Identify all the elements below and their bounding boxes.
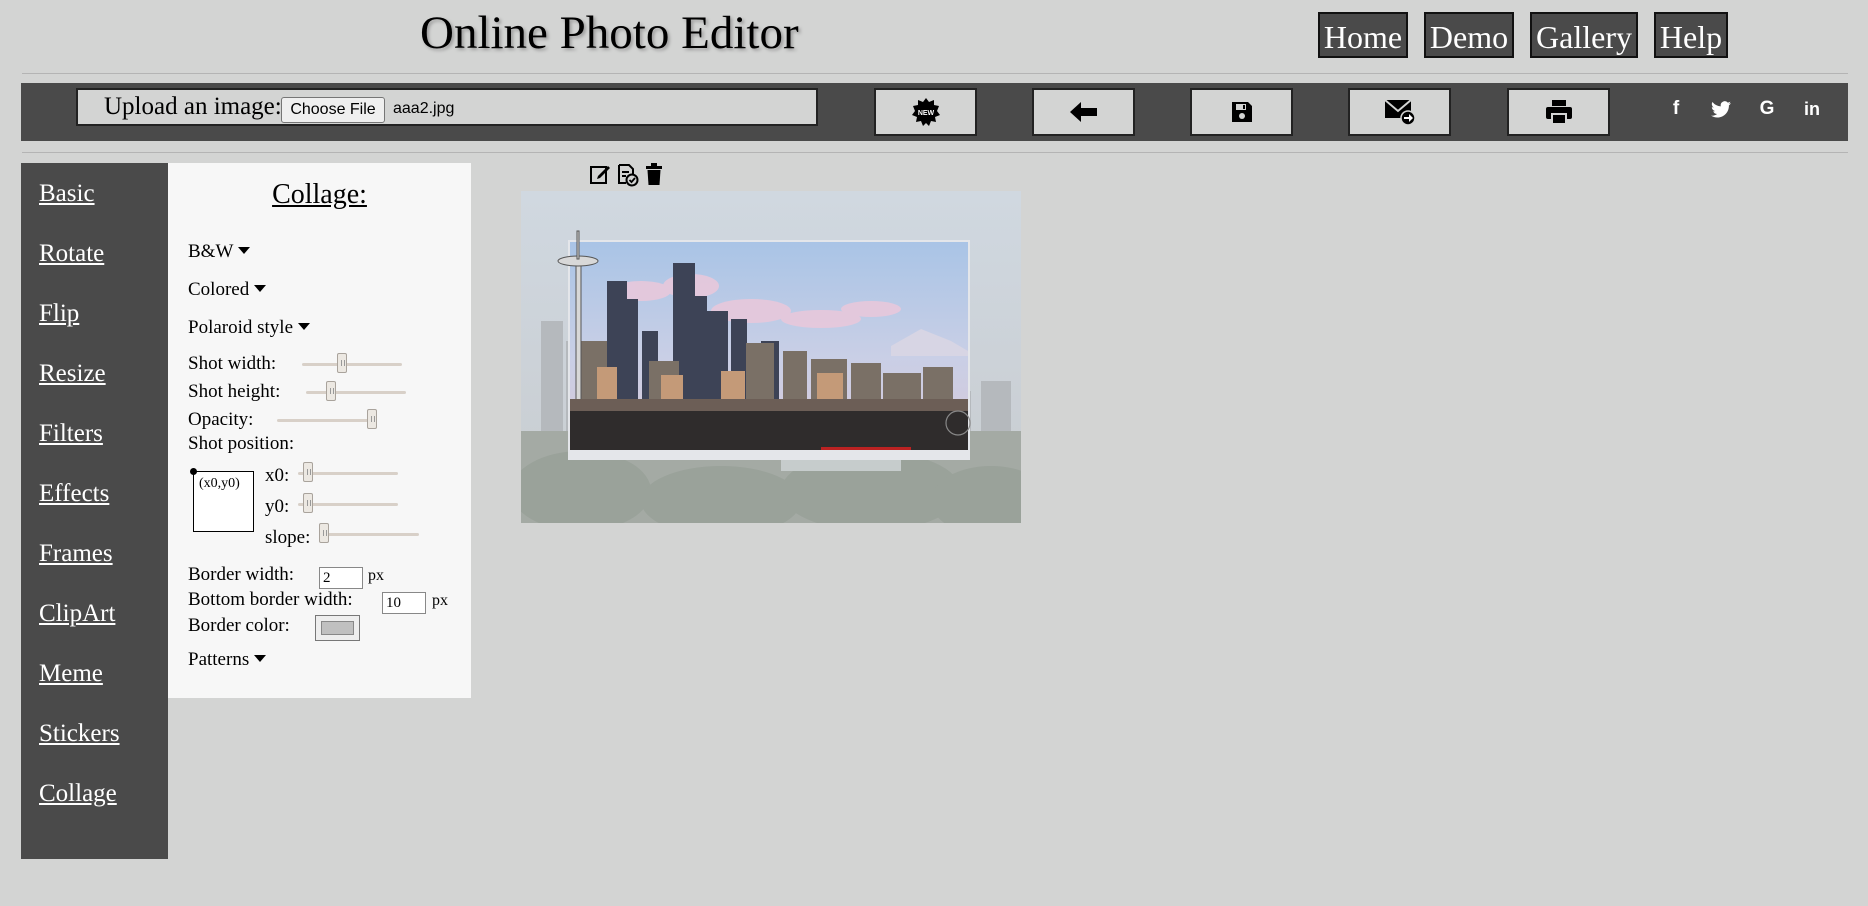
slider-thumb[interactable] xyxy=(337,353,347,373)
sidebar-item-stickers[interactable]: Stickers xyxy=(39,720,120,748)
twitter-icon[interactable] xyxy=(1708,96,1734,122)
colored-label: Colored xyxy=(188,279,250,300)
slider-thumb[interactable] xyxy=(367,409,377,429)
x0-label: x0: xyxy=(265,465,290,486)
nav-demo-button[interactable]: Demo xyxy=(1424,12,1514,58)
bw-dropdown[interactable]: B&W xyxy=(188,241,251,263)
bottom-border-width-input[interactable]: 10 xyxy=(382,592,426,614)
save-icon xyxy=(1231,102,1252,122)
sidebar-item-effects[interactable]: Effects xyxy=(39,480,109,508)
print-button[interactable] xyxy=(1507,88,1610,136)
shot-height-label: Shot height: xyxy=(188,381,281,402)
sidebar-item-basic[interactable]: Basic xyxy=(39,180,95,208)
panel-title: Collage: xyxy=(272,179,367,210)
edit-icon[interactable] xyxy=(589,163,613,187)
print-icon xyxy=(1545,100,1572,125)
sidebar-item-collage[interactable]: Collage xyxy=(39,780,117,808)
page-title: Online Photo Editor xyxy=(420,7,799,59)
polaroid-label: Polaroid style xyxy=(188,317,294,338)
border-color-picker[interactable] xyxy=(315,615,360,641)
save-button[interactable] xyxy=(1190,88,1293,136)
collage-panel: Collage: B&W Colored Polaroid style Shot… xyxy=(168,163,471,698)
sidebar-item-flip[interactable]: Flip xyxy=(39,300,79,328)
google-icon[interactable]: G xyxy=(1754,96,1780,122)
shot-height-slider[interactable] xyxy=(306,381,406,401)
bottom-border-width-label: Bottom border width: xyxy=(188,589,353,610)
undo-button[interactable] xyxy=(1032,88,1135,136)
sidebar-item-clipart[interactable]: ClipArt xyxy=(39,600,115,628)
caret-down-icon xyxy=(254,285,267,293)
new-button[interactable]: NEW xyxy=(874,88,977,136)
toolbar: Upload an image: Choose File aaa2.jpg NE… xyxy=(21,83,1848,141)
upload-label: Upload an image: xyxy=(104,93,282,120)
email-icon xyxy=(1383,99,1416,126)
facebook-icon[interactable]: f xyxy=(1663,96,1689,122)
position-dot[interactable] xyxy=(190,468,197,475)
caret-down-icon xyxy=(254,655,267,663)
linkedin-icon[interactable]: in xyxy=(1799,96,1825,122)
patterns-dropdown[interactable]: Patterns xyxy=(188,649,267,671)
shot-width-label: Shot width: xyxy=(188,353,277,374)
y0-label: y0: xyxy=(265,496,290,517)
divider xyxy=(22,73,1848,74)
border-width-label: Border width: xyxy=(188,564,295,585)
slope-label: slope: xyxy=(265,527,311,548)
new-icon-text: NEW xyxy=(917,110,934,117)
position-box-label: (x0,y0) xyxy=(199,476,240,491)
opacity-slider[interactable] xyxy=(277,409,377,429)
sidebar: Basic Rotate Flip Resize Filters Effects… xyxy=(21,163,168,859)
nav-gallery-button[interactable]: Gallery xyxy=(1530,12,1638,58)
undo-arrow-icon xyxy=(1069,102,1097,122)
upload-box: Upload an image: Choose File aaa2.jpg xyxy=(76,88,818,126)
caret-down-icon xyxy=(238,247,251,255)
opacity-label: Opacity: xyxy=(188,409,254,430)
slider-thumb[interactable] xyxy=(326,381,336,401)
delete-icon[interactable] xyxy=(645,163,669,187)
bw-label: B&W xyxy=(188,241,234,262)
new-icon: NEW xyxy=(911,98,940,126)
px-unit: px xyxy=(432,592,448,609)
sidebar-item-rotate[interactable]: Rotate xyxy=(39,240,104,268)
email-button[interactable] xyxy=(1348,88,1451,136)
slider-thumb[interactable] xyxy=(303,462,313,482)
caret-down-icon xyxy=(298,323,311,331)
shot-position-box[interactable]: (x0,y0) xyxy=(190,468,254,532)
choose-file-button[interactable]: Choose File xyxy=(281,97,385,123)
nav-home-button[interactable]: Home xyxy=(1318,12,1408,58)
polaroid-dropdown[interactable]: Polaroid style xyxy=(188,317,311,339)
color-swatch xyxy=(321,621,354,635)
file-name: aaa2.jpg xyxy=(393,100,455,117)
sidebar-item-filters[interactable]: Filters xyxy=(39,420,103,448)
y0-slider[interactable] xyxy=(298,493,398,513)
apply-icon[interactable] xyxy=(617,163,641,187)
x0-slider[interactable] xyxy=(298,462,398,482)
sidebar-item-meme[interactable]: Meme xyxy=(39,660,103,688)
colored-dropdown[interactable]: Colored xyxy=(188,279,267,301)
shot-position-label: Shot position: xyxy=(188,433,295,454)
px-unit: px xyxy=(368,567,384,584)
divider xyxy=(22,152,1848,153)
sidebar-item-frames[interactable]: Frames xyxy=(39,540,113,568)
border-color-label: Border color: xyxy=(188,615,290,636)
border-width-input[interactable]: 2 xyxy=(319,567,363,589)
patterns-label: Patterns xyxy=(188,649,250,670)
slider-thumb[interactable] xyxy=(319,523,329,543)
sidebar-item-resize[interactable]: Resize xyxy=(39,360,106,388)
collage-image[interactable] xyxy=(521,191,1021,523)
slider-thumb[interactable] xyxy=(303,493,313,513)
shot-width-slider[interactable] xyxy=(302,353,402,373)
slope-slider[interactable] xyxy=(319,523,419,543)
city-skyline-photo xyxy=(521,191,1021,523)
nav-help-button[interactable]: Help xyxy=(1654,12,1728,58)
